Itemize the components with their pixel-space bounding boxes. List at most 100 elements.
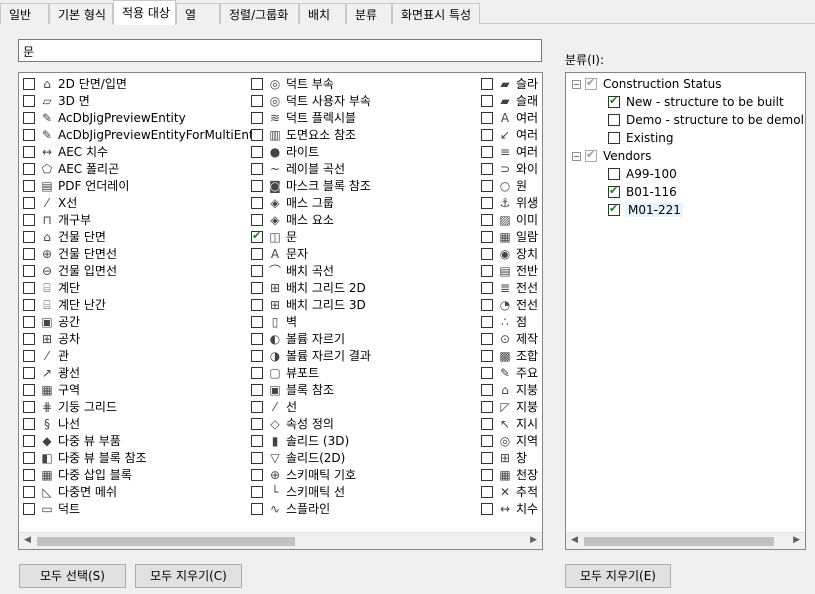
checkbox[interactable] [608, 184, 620, 198]
checkbox[interactable] [251, 383, 263, 396]
list-item[interactable]: ◈ 매스 요소 [251, 211, 371, 228]
tab-1[interactable]: 기본 형식 [49, 3, 113, 24]
checkbox[interactable] [251, 145, 263, 158]
checkbox[interactable] [481, 111, 493, 124]
list-item[interactable]: ⌂ 2D 단면/입면 [23, 75, 260, 92]
list-item[interactable]: ⌂ 지붕 [481, 381, 538, 398]
list-item[interactable]: ◸ 지붕 [481, 398, 538, 415]
checkbox[interactable] [23, 468, 35, 481]
checkbox[interactable] [481, 502, 493, 515]
checkbox[interactable] [481, 349, 493, 362]
checkbox[interactable] [23, 298, 35, 311]
list-item[interactable]: ▢ 뷰포트 [251, 364, 371, 381]
checkbox[interactable] [23, 417, 35, 430]
tree-node[interactable]: M01-221 [608, 201, 683, 219]
checkbox[interactable] [481, 145, 493, 158]
checkbox[interactable] [23, 162, 35, 175]
list-item[interactable]: ✎ 주요 [481, 364, 538, 381]
list-item[interactable]: ⊃ 와이 [481, 160, 538, 177]
list-item[interactable]: ▣ 블록 참조 [251, 381, 371, 398]
checkbox[interactable] [251, 400, 263, 413]
tree-scroll-thumb[interactable] [584, 537, 774, 546]
list-item[interactable]: ▰ 슬라 [481, 75, 538, 92]
checkbox[interactable] [23, 264, 35, 277]
list-item[interactable]: ⌸ 계단 난간 [23, 296, 260, 313]
checkbox[interactable] [23, 400, 35, 413]
checkbox[interactable] [481, 230, 493, 243]
list-item[interactable]: ⊕ 스키매틱 기호 [251, 466, 371, 483]
checkbox[interactable] [23, 230, 35, 243]
scroll-thumb[interactable] [37, 537, 295, 546]
list-item[interactable]: ⊖ 건물 입면선 [23, 262, 260, 279]
list-item[interactable]: ▤ PDF 언더레이 [23, 177, 260, 194]
list-item[interactable]: ∴ 점 [481, 313, 538, 330]
checkbox[interactable] [251, 451, 263, 464]
list-item[interactable]: ~ 레이블 곡선 [251, 160, 371, 177]
checkbox[interactable] [481, 383, 493, 396]
checkbox[interactable] [608, 114, 620, 126]
list-item[interactable]: ⌸ 계단 [23, 279, 260, 296]
tab-0[interactable]: 일반 [0, 3, 49, 24]
checkbox[interactable] [23, 434, 35, 447]
checkbox[interactable] [23, 111, 35, 124]
checkbox[interactable] [23, 145, 35, 158]
list-item[interactable]: ◆ 다중 뷰 부품 [23, 432, 260, 449]
checkbox[interactable] [481, 247, 493, 260]
list-item[interactable]: ◎ 덕트 사용자 부속 [251, 92, 371, 109]
list-item[interactable]: ◺ 다중면 메쉬 [23, 483, 260, 500]
checkbox[interactable] [23, 94, 35, 107]
checkbox[interactable] [481, 468, 493, 481]
list-item[interactable]: ◫문 [251, 228, 371, 245]
list-item[interactable]: ▩ 조합 [481, 347, 538, 364]
list-item[interactable]: ◎ 덕트 부속 [251, 75, 371, 92]
list-item[interactable]: § 나선 [23, 415, 260, 432]
list-item[interactable]: ⬠ AEC 폴리곤 [23, 160, 260, 177]
list-item[interactable]: ⊞ 배치 그리드 3D [251, 296, 371, 313]
scroll-right-icon[interactable]: ▶ [530, 535, 537, 545]
checkbox[interactable] [251, 94, 263, 107]
checkbox[interactable] [481, 315, 493, 328]
list-item[interactable]: ▭ 덕트 [23, 500, 260, 517]
checkbox[interactable] [481, 366, 493, 379]
list-item[interactable]: ≡ 여러 [481, 143, 538, 160]
checkbox[interactable] [251, 332, 263, 345]
checkbox[interactable] [481, 179, 493, 192]
list-item[interactable]: ⚓ 위생 [481, 194, 538, 211]
select-all-button[interactable]: 모두 선택(S) [19, 564, 126, 588]
list-item[interactable]: ▰ 슬래 [481, 92, 538, 109]
checkbox[interactable] [608, 202, 620, 216]
list-item[interactable]: ▦ 구역 [23, 381, 260, 398]
search-input[interactable]: 문 [18, 39, 542, 62]
checkbox[interactable] [608, 132, 620, 144]
checkbox[interactable] [23, 247, 35, 260]
tab-4[interactable]: 정렬/그룹화 [220, 3, 299, 24]
checkbox[interactable] [23, 213, 35, 226]
checkbox[interactable] [481, 281, 493, 294]
list-item[interactable]: ⊕ 건물 단면선 [23, 245, 260, 262]
object-type-list[interactable]: ⌂ 2D 단면/입면 ▱ 3D 면 ✎ AcDbJigPreviewEntity ✎ AcDb… [18, 72, 543, 550]
list-item[interactable]: ▱ 3D 면 [23, 92, 260, 109]
checkbox[interactable] [481, 196, 493, 209]
list-item[interactable]: ⊞ 배치 그리드 2D [251, 279, 371, 296]
list-item[interactable]: ● 라이트 [251, 143, 371, 160]
list-item[interactable]: ↗ 광선 [23, 364, 260, 381]
list-item[interactable]: ⊙ 제작 [481, 330, 538, 347]
checkbox[interactable] [251, 264, 263, 277]
list-item[interactable]: ▥ 도면요소 참조 [251, 126, 371, 143]
checkbox[interactable] [23, 451, 35, 464]
list-item[interactable]: ⌂ 건물 단면 [23, 228, 260, 245]
collapse-icon[interactable]: − [572, 79, 581, 89]
list-item[interactable]: ○ 원 [481, 177, 538, 194]
checkbox[interactable] [251, 77, 263, 90]
checkbox[interactable] [23, 485, 35, 498]
checkbox[interactable] [23, 128, 35, 141]
list-item[interactable]: ⊓ 개구부 [23, 211, 260, 228]
list-item[interactable]: ⁄ 관 [23, 347, 260, 364]
checkbox[interactable] [251, 434, 263, 447]
list-item[interactable]: ◈ 매스 그룹 [251, 194, 371, 211]
checkbox[interactable] [251, 128, 263, 141]
checkbox[interactable] [23, 196, 35, 209]
list-item[interactable]: ▣ 공간 [23, 313, 260, 330]
list-item[interactable]: ⌒ 배치 곡선 [251, 262, 371, 279]
checkbox[interactable] [23, 77, 35, 90]
